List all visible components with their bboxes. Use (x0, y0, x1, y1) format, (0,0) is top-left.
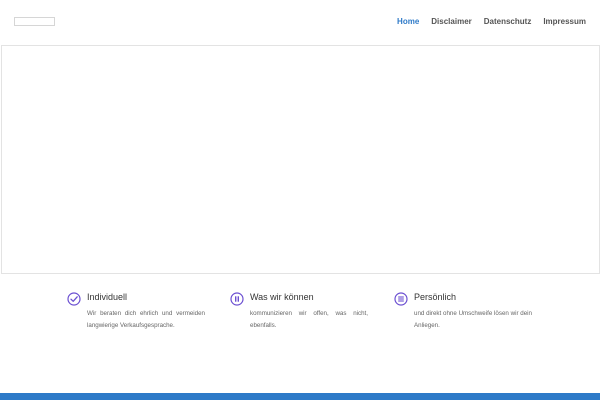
site-header: Home Disclaimer Datenschutz Impressum (0, 0, 600, 45)
list-circle-icon (394, 292, 408, 306)
footer-bar (0, 393, 600, 400)
nav-item-impressum[interactable]: Impressum (543, 17, 586, 26)
check-circle-icon (67, 292, 81, 306)
hero-section (1, 45, 600, 274)
feature-title: Persönlich (414, 292, 457, 302)
feature-title: Was wir können (250, 292, 314, 302)
nav-item-datenschutz[interactable]: Datenschutz (484, 17, 532, 26)
feature-text: Wir beraten dich ehrlich und vermeiden l… (87, 310, 205, 329)
feature-title: Individuell (87, 292, 128, 302)
pause-circle-icon (230, 292, 244, 306)
nav-item-disclaimer[interactable]: Disclaimer (431, 17, 471, 26)
feature-text: kommunizieren wir offen, was nicht, eben… (250, 310, 368, 329)
site-logo[interactable] (14, 17, 55, 26)
features-section: Individuell Wir beraten dich ehrlich und… (0, 290, 600, 350)
main-navigation: Home Disclaimer Datenschutz Impressum (397, 17, 586, 26)
nav-item-home[interactable]: Home (397, 17, 419, 26)
feature-text: und direkt ohne Umschweife lösen wir dei… (414, 310, 532, 329)
